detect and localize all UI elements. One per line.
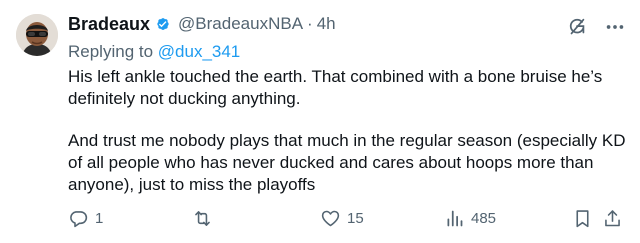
verified-badge-icon	[153, 14, 173, 34]
reply-count: 1	[95, 209, 104, 227]
replying-to: Replying to @dux_341	[68, 42, 240, 62]
action-bar: 1 15 485	[68, 205, 628, 231]
avatar[interactable]	[16, 14, 58, 56]
share-icon	[605, 209, 620, 226]
bookmark-button[interactable]	[572, 205, 593, 231]
tweet-paragraph-2: And trust me nobody plays that much in t…	[68, 131, 626, 194]
views-button[interactable]: 485	[444, 205, 496, 231]
tweet-paragraph-1: His left ankle touched the earth. That c…	[68, 67, 603, 108]
share-button[interactable]	[602, 205, 623, 231]
like-button[interactable]: 15	[320, 205, 364, 231]
view-count: 485	[471, 209, 497, 227]
reply-icon	[70, 210, 88, 227]
avatar-image	[16, 14, 58, 56]
repost-button[interactable]	[192, 205, 219, 231]
separator: ·	[307, 14, 313, 33]
views-icon	[447, 210, 463, 226]
author-name[interactable]: Bradeaux	[68, 14, 150, 35]
replying-to-label: Replying to	[68, 42, 158, 61]
tweet-card[interactable]: Bradeaux @BradeauxNBA · 4h Replying to @…	[0, 0, 640, 243]
like-count: 15	[347, 209, 364, 227]
tweet-header: Bradeaux @BradeauxNBA · 4h	[68, 12, 336, 36]
replying-to-handle[interactable]: @dux_341	[158, 42, 241, 61]
top-actions	[566, 16, 626, 38]
tweet-text: His left ankle touched the earth. That c…	[68, 66, 630, 196]
grok-icon[interactable]	[566, 16, 588, 38]
author-handle[interactable]: @BradeauxNBA	[178, 14, 303, 34]
repost-icon	[195, 210, 210, 226]
more-icon[interactable]	[604, 16, 626, 38]
reply-button[interactable]: 1	[68, 205, 103, 231]
timestamp[interactable]: 4h	[317, 14, 336, 34]
like-icon	[321, 210, 340, 226]
bookmark-icon	[576, 209, 589, 227]
